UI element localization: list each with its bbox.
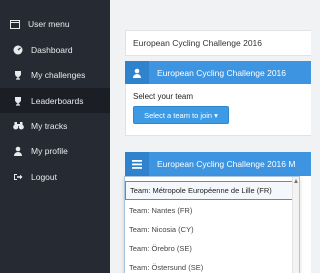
leaderboard-panel-header: European Cycling Challenge 2016 M bbox=[125, 152, 311, 176]
team-dropdown-list[interactable]: Team: Métropole Européenne de Lille (FR)… bbox=[124, 176, 300, 273]
sidebar-item-my-challenges[interactable]: My challenges bbox=[0, 62, 110, 87]
logout-icon bbox=[12, 171, 24, 183]
user-icon bbox=[12, 145, 24, 157]
leaderboard-panel-title: European Cycling Challenge 2016 M bbox=[157, 159, 296, 169]
sidebar-item-logout[interactable]: Logout bbox=[0, 164, 110, 189]
select-team-button[interactable]: Select a team to join ▾ bbox=[133, 106, 229, 124]
sidebar-item-label: My challenges bbox=[31, 69, 86, 80]
team-option[interactable]: Team: Östersund (SE) bbox=[125, 258, 299, 273]
user-menu-label: User menu bbox=[28, 19, 70, 29]
sidebar-item-my-profile[interactable]: My profile bbox=[0, 138, 110, 163]
window-icon bbox=[9, 18, 21, 30]
dropdown-scrollbar[interactable] bbox=[292, 177, 299, 273]
binoculars-icon bbox=[12, 120, 24, 132]
page-title: European Cycling Challenge 2016 bbox=[125, 30, 311, 56]
challenge-panel-title: European Cycling Challenge 2016 bbox=[157, 68, 287, 78]
sidebar: User menu Dashboard My challenges Leader… bbox=[0, 0, 110, 273]
sidebar-item-label: Logout bbox=[31, 171, 57, 182]
challenge-panel-header: European Cycling Challenge 2016 bbox=[125, 61, 311, 85]
dashboard-icon bbox=[12, 44, 24, 56]
sidebar-item-label: Leaderboards bbox=[31, 95, 84, 106]
sidebar-item-label: Dashboard bbox=[31, 44, 73, 55]
team-option[interactable]: Team: Nicosia (CY) bbox=[125, 220, 299, 239]
page-title-text: European Cycling Challenge 2016 bbox=[133, 38, 263, 48]
sidebar-item-leaderboards[interactable]: Leaderboards bbox=[0, 88, 110, 113]
user-icon bbox=[125, 61, 149, 85]
select-team-label: Select your team bbox=[133, 92, 194, 101]
user-menu-header[interactable]: User menu bbox=[0, 12, 110, 36]
team-option[interactable]: Team: Métropole Européenne de Lille (FR) bbox=[125, 181, 299, 200]
team-option[interactable]: Team: Örebro (SE) bbox=[125, 239, 299, 258]
sidebar-item-my-tracks[interactable]: My tracks bbox=[0, 113, 110, 138]
team-select-panel: Select your team Select a team to join ▾ bbox=[125, 84, 311, 136]
trophy-icon bbox=[12, 95, 24, 107]
list-icon bbox=[125, 152, 149, 176]
scroll-up-icon[interactable] bbox=[294, 179, 298, 183]
team-option[interactable]: Team: Nantes (FR) bbox=[125, 201, 299, 220]
sidebar-item-label: My profile bbox=[31, 145, 68, 156]
sidebar-item-dashboard[interactable]: Dashboard bbox=[0, 37, 110, 62]
trophy-icon bbox=[12, 69, 24, 81]
sidebar-item-label: My tracks bbox=[31, 120, 68, 131]
